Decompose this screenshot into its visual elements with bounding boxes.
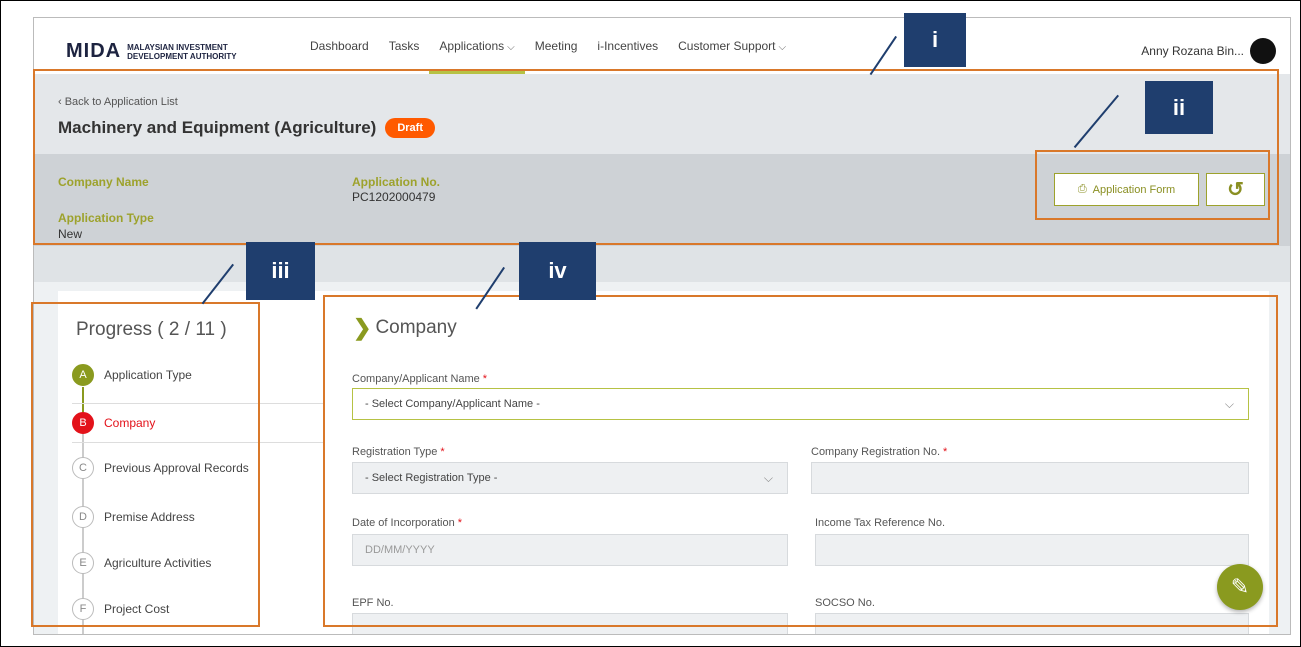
nav-label: i-Incentives <box>597 39 659 53</box>
nav-label: Customer Support <box>678 39 776 53</box>
main-nav: Dashboard Tasks Applications ⌵ Meeting i-… <box>300 18 796 74</box>
nav-label: Applications <box>439 39 505 53</box>
nav-item-tasks[interactable]: Tasks <box>379 18 430 74</box>
top-navbar: MIDA MALAYSIAN INVESTMENT DEVELOPMENT AU… <box>34 18 1290 74</box>
avatar <box>1250 38 1276 64</box>
callout-box-iv <box>323 295 1278 627</box>
nav-label: Dashboard <box>310 39 369 53</box>
nav-item-applications[interactable]: Applications ⌵ <box>429 18 526 74</box>
chevron-down-icon: ⌵ <box>778 42 787 53</box>
logo-line-1: MALAYSIAN INVESTMENT <box>127 42 228 52</box>
callout-tag-iii: iii <box>246 242 315 300</box>
user-menu[interactable]: Anny Rozana Bin... <box>1141 38 1276 64</box>
logo-text: MALAYSIAN INVESTMENT DEVELOPMENT AUTHORI… <box>127 43 236 61</box>
callout-tag-i: i <box>904 13 966 67</box>
user-name: Anny Rozana Bin... <box>1141 44 1244 58</box>
nav-item-customer-support[interactable]: Customer Support ⌵ <box>668 18 796 74</box>
nav-item-i-incentives[interactable]: i-Incentives <box>587 18 668 74</box>
callout-tag-ii: ii <box>1145 81 1213 134</box>
callout-box-iii <box>31 302 260 627</box>
nav-item-meeting[interactable]: Meeting <box>525 18 588 74</box>
logo-mark: MIDA <box>66 40 122 62</box>
nav-label: Tasks <box>388 39 420 53</box>
logo-line-2: DEVELOPMENT AUTHORITY <box>127 51 237 61</box>
nav-label: Meeting <box>534 39 578 53</box>
mida-logo[interactable]: MIDA MALAYSIAN INVESTMENT DEVELOPMENT AU… <box>66 40 237 63</box>
chevron-down-icon: ⌵ <box>507 42 515 53</box>
nav-item-dashboard[interactable]: Dashboard <box>300 18 379 74</box>
callout-tag-iv: iv <box>519 242 596 300</box>
callout-box-ii <box>1035 150 1270 220</box>
